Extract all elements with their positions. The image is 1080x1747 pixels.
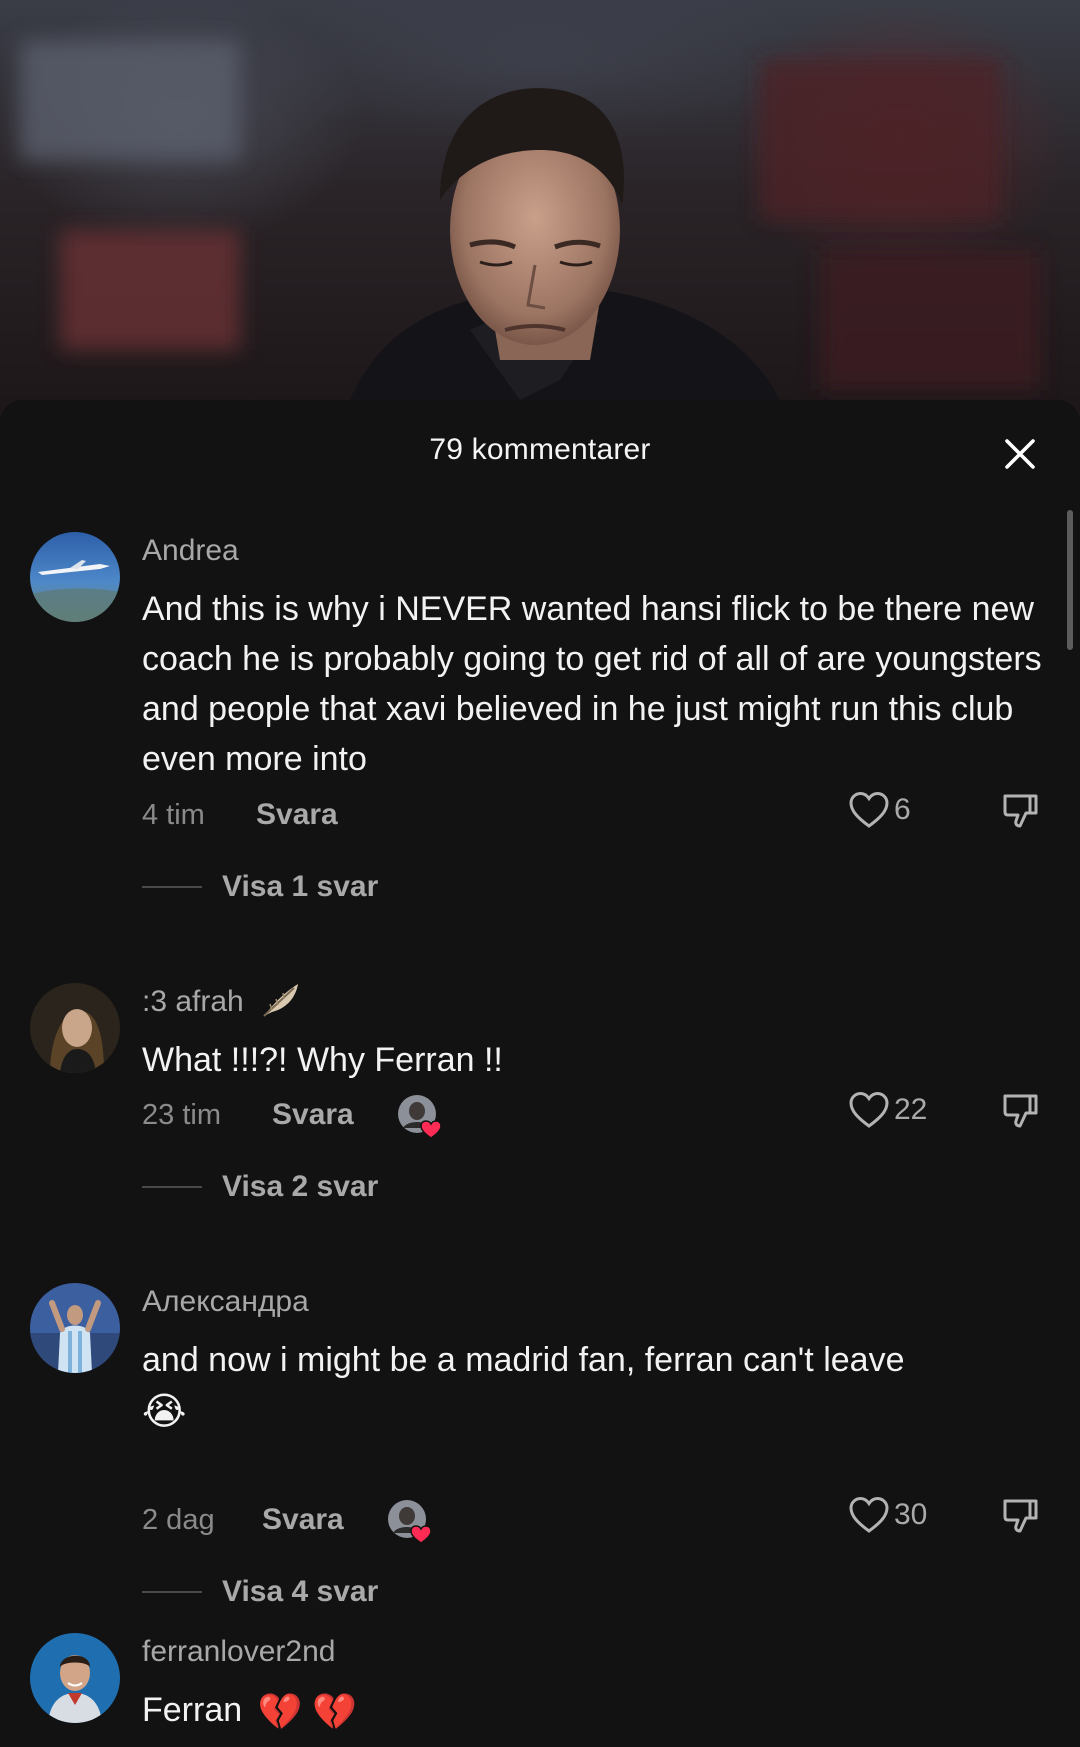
coach-photo [20,40,1040,400]
comment-item: ferranlover2nd Ferran 💔 💔 [0,1520,1080,1747]
avatar[interactable] [30,1633,120,1723]
heart-outline-icon [849,791,889,828]
comment-text: And this is why i NEVER wanted hansi fli… [142,590,1042,778]
heart-outline-icon [849,1091,889,1128]
player-avatar-image [30,1633,120,1723]
thumbs-down-icon [1003,1094,1038,1128]
comment-text: and now i might be a madrid fan, ferran … [142,1335,1042,1437]
comment-text-body: and now i might be a madrid fan, ferran … [142,1341,905,1379]
comment-username[interactable]: Александра [142,1285,309,1319]
comment-item: :3 afrah What !!!?! Why Ferran !! 23 tim… [0,870,1080,1203]
thumbs-down-icon [1003,794,1038,828]
like-count: 22 [894,1093,928,1126]
creator-avatar-heart-icon [398,1095,442,1139]
comment-time: 23 tim [142,1099,221,1131]
video-background[interactable] [0,0,1080,420]
comment-username[interactable]: :3 afrah [142,984,302,1020]
avatar[interactable] [30,983,120,1073]
broken-heart-emoji: 💔 💔 [257,1691,358,1733]
close-icon [1005,439,1035,469]
woman-avatar-image [30,983,120,1073]
comment-text-body: Ferran [142,1691,243,1729]
footballer-avatar-image [30,1283,120,1373]
dislike-button[interactable] [995,1086,1045,1136]
comments-count-title: 79 kommentarer [429,433,651,466]
dislike-button[interactable] [995,786,1045,836]
like-button[interactable]: 22 [848,1090,927,1130]
username-text: :3 afrah [142,985,244,1018]
airplane-avatar-image [30,532,120,622]
creator-liked-badge [397,1094,443,1140]
comment-time: 4 tim [142,799,205,831]
comments-sheet: 79 kommentarer Andrea And this is why i … [0,400,1080,1747]
reply-button[interactable]: Svara [272,1098,354,1132]
avatar[interactable] [30,532,120,622]
comment-text: Ferran 💔 💔 [142,1685,1042,1737]
feather-icon [263,984,299,1017]
like-count: 6 [894,793,911,826]
comment-username[interactable]: ferranlover2nd [142,1635,335,1669]
comment-item: Andrea And this is why i NEVER wanted ha… [0,470,1080,903]
reply-button[interactable]: Svara [256,798,338,832]
comment-item: Александра and now i might be a madrid f… [0,1170,1080,1608]
comment-text: What !!!?! Why Ferran !! [142,1041,503,1079]
like-button[interactable]: 6 [848,790,911,830]
avatar[interactable] [30,1283,120,1373]
crying-face-emoji: 😭 [142,1391,187,1434]
comment-username[interactable]: Andrea [142,534,239,568]
